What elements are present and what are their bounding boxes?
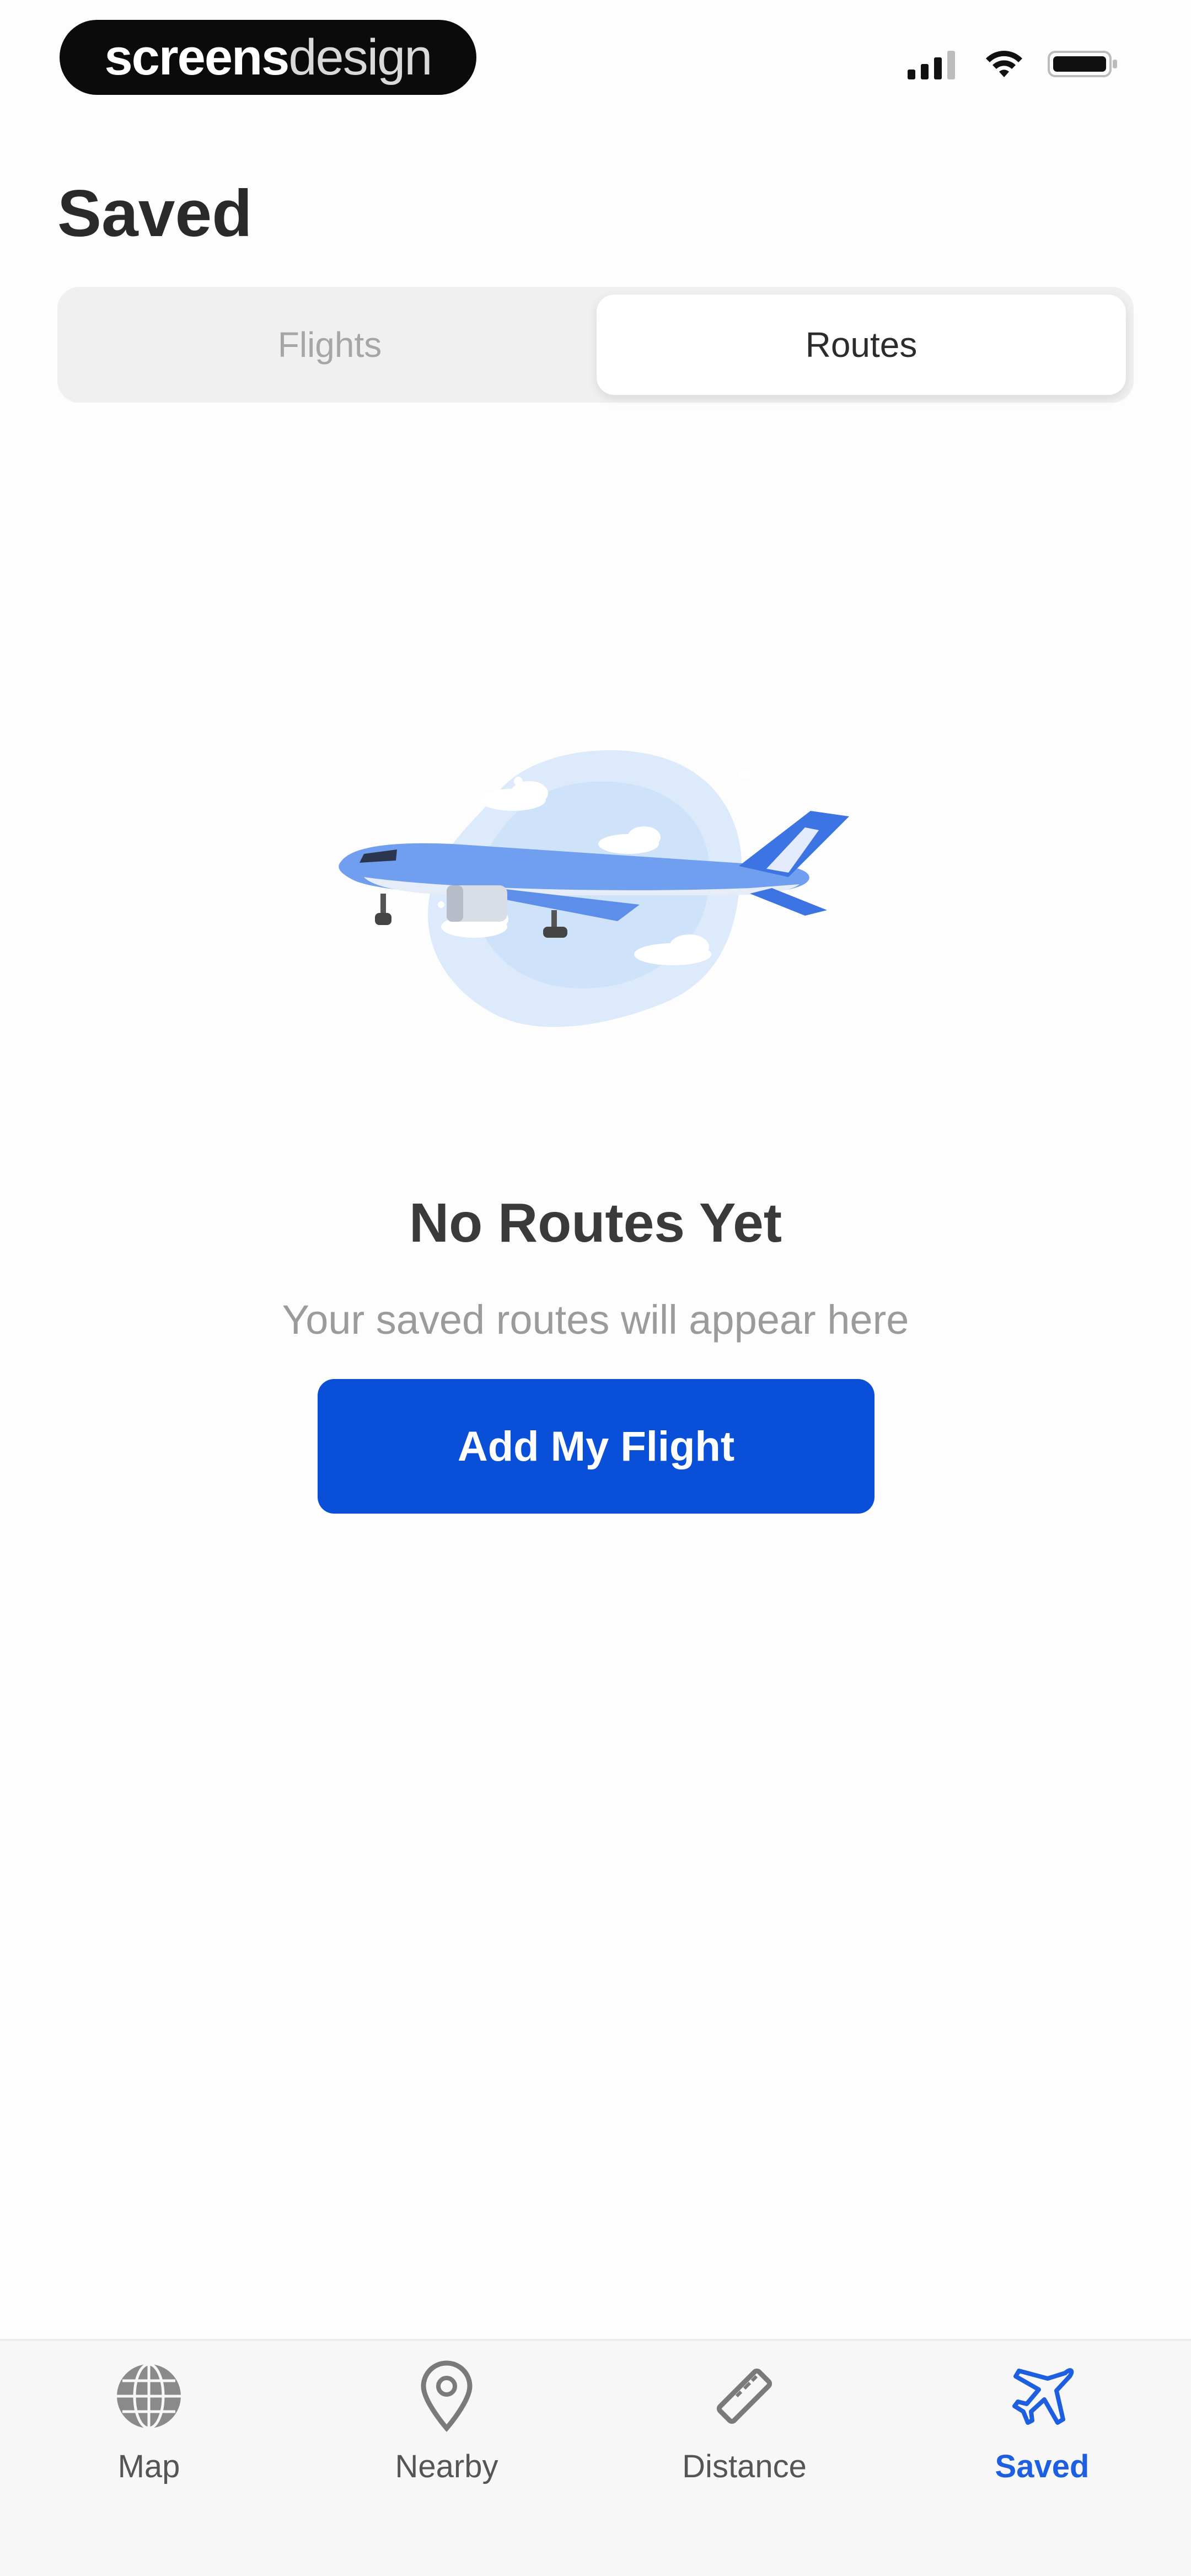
segment-flights[interactable]: Flights bbox=[65, 295, 594, 395]
globe-icon bbox=[117, 2363, 181, 2430]
empty-state-subtitle: Your saved routes will appear here bbox=[282, 1297, 909, 1343]
wifi-icon bbox=[986, 51, 1022, 77]
tab-map[interactable]: Map bbox=[50, 2358, 248, 2540]
battery-icon bbox=[1048, 51, 1117, 77]
tab-saved-label: Saved bbox=[995, 2449, 1090, 2484]
add-my-flight-button[interactable]: Add My Flight bbox=[318, 1379, 875, 1514]
page-title: Saved bbox=[57, 177, 253, 250]
location-pin-icon bbox=[421, 2360, 473, 2432]
status-bar: screens design bbox=[0, 0, 1191, 132]
tab-nearby[interactable]: Nearby bbox=[347, 2358, 546, 2540]
tab-saved[interactable]: Saved bbox=[943, 2358, 1141, 2540]
tab-distance[interactable]: Distance bbox=[645, 2358, 844, 2540]
airplane-illustration bbox=[339, 750, 849, 1027]
brand-logo-light: design bbox=[288, 29, 432, 85]
cellular-signal-icon bbox=[908, 51, 955, 79]
status-icons bbox=[908, 49, 1119, 79]
tab-nearby-label: Nearby bbox=[395, 2449, 498, 2484]
segmented-control: Flights Routes bbox=[57, 287, 1134, 403]
bottom-tab-bar: Map Nearby Distance Saved bbox=[0, 2339, 1191, 2576]
app-screen: screens design Saved Flights Routes No R… bbox=[0, 0, 1191, 2576]
tab-distance-label: Distance bbox=[682, 2449, 807, 2484]
airplane-icon bbox=[1012, 2368, 1074, 2425]
tab-map-label: Map bbox=[117, 2449, 180, 2484]
empty-state-title: No Routes Yet bbox=[409, 1192, 782, 1254]
segment-routes[interactable]: Routes bbox=[597, 295, 1126, 395]
ruler-icon bbox=[716, 2368, 772, 2424]
brand-logo-bold: screens bbox=[104, 29, 290, 85]
brand-logo: screens design bbox=[60, 20, 476, 95]
